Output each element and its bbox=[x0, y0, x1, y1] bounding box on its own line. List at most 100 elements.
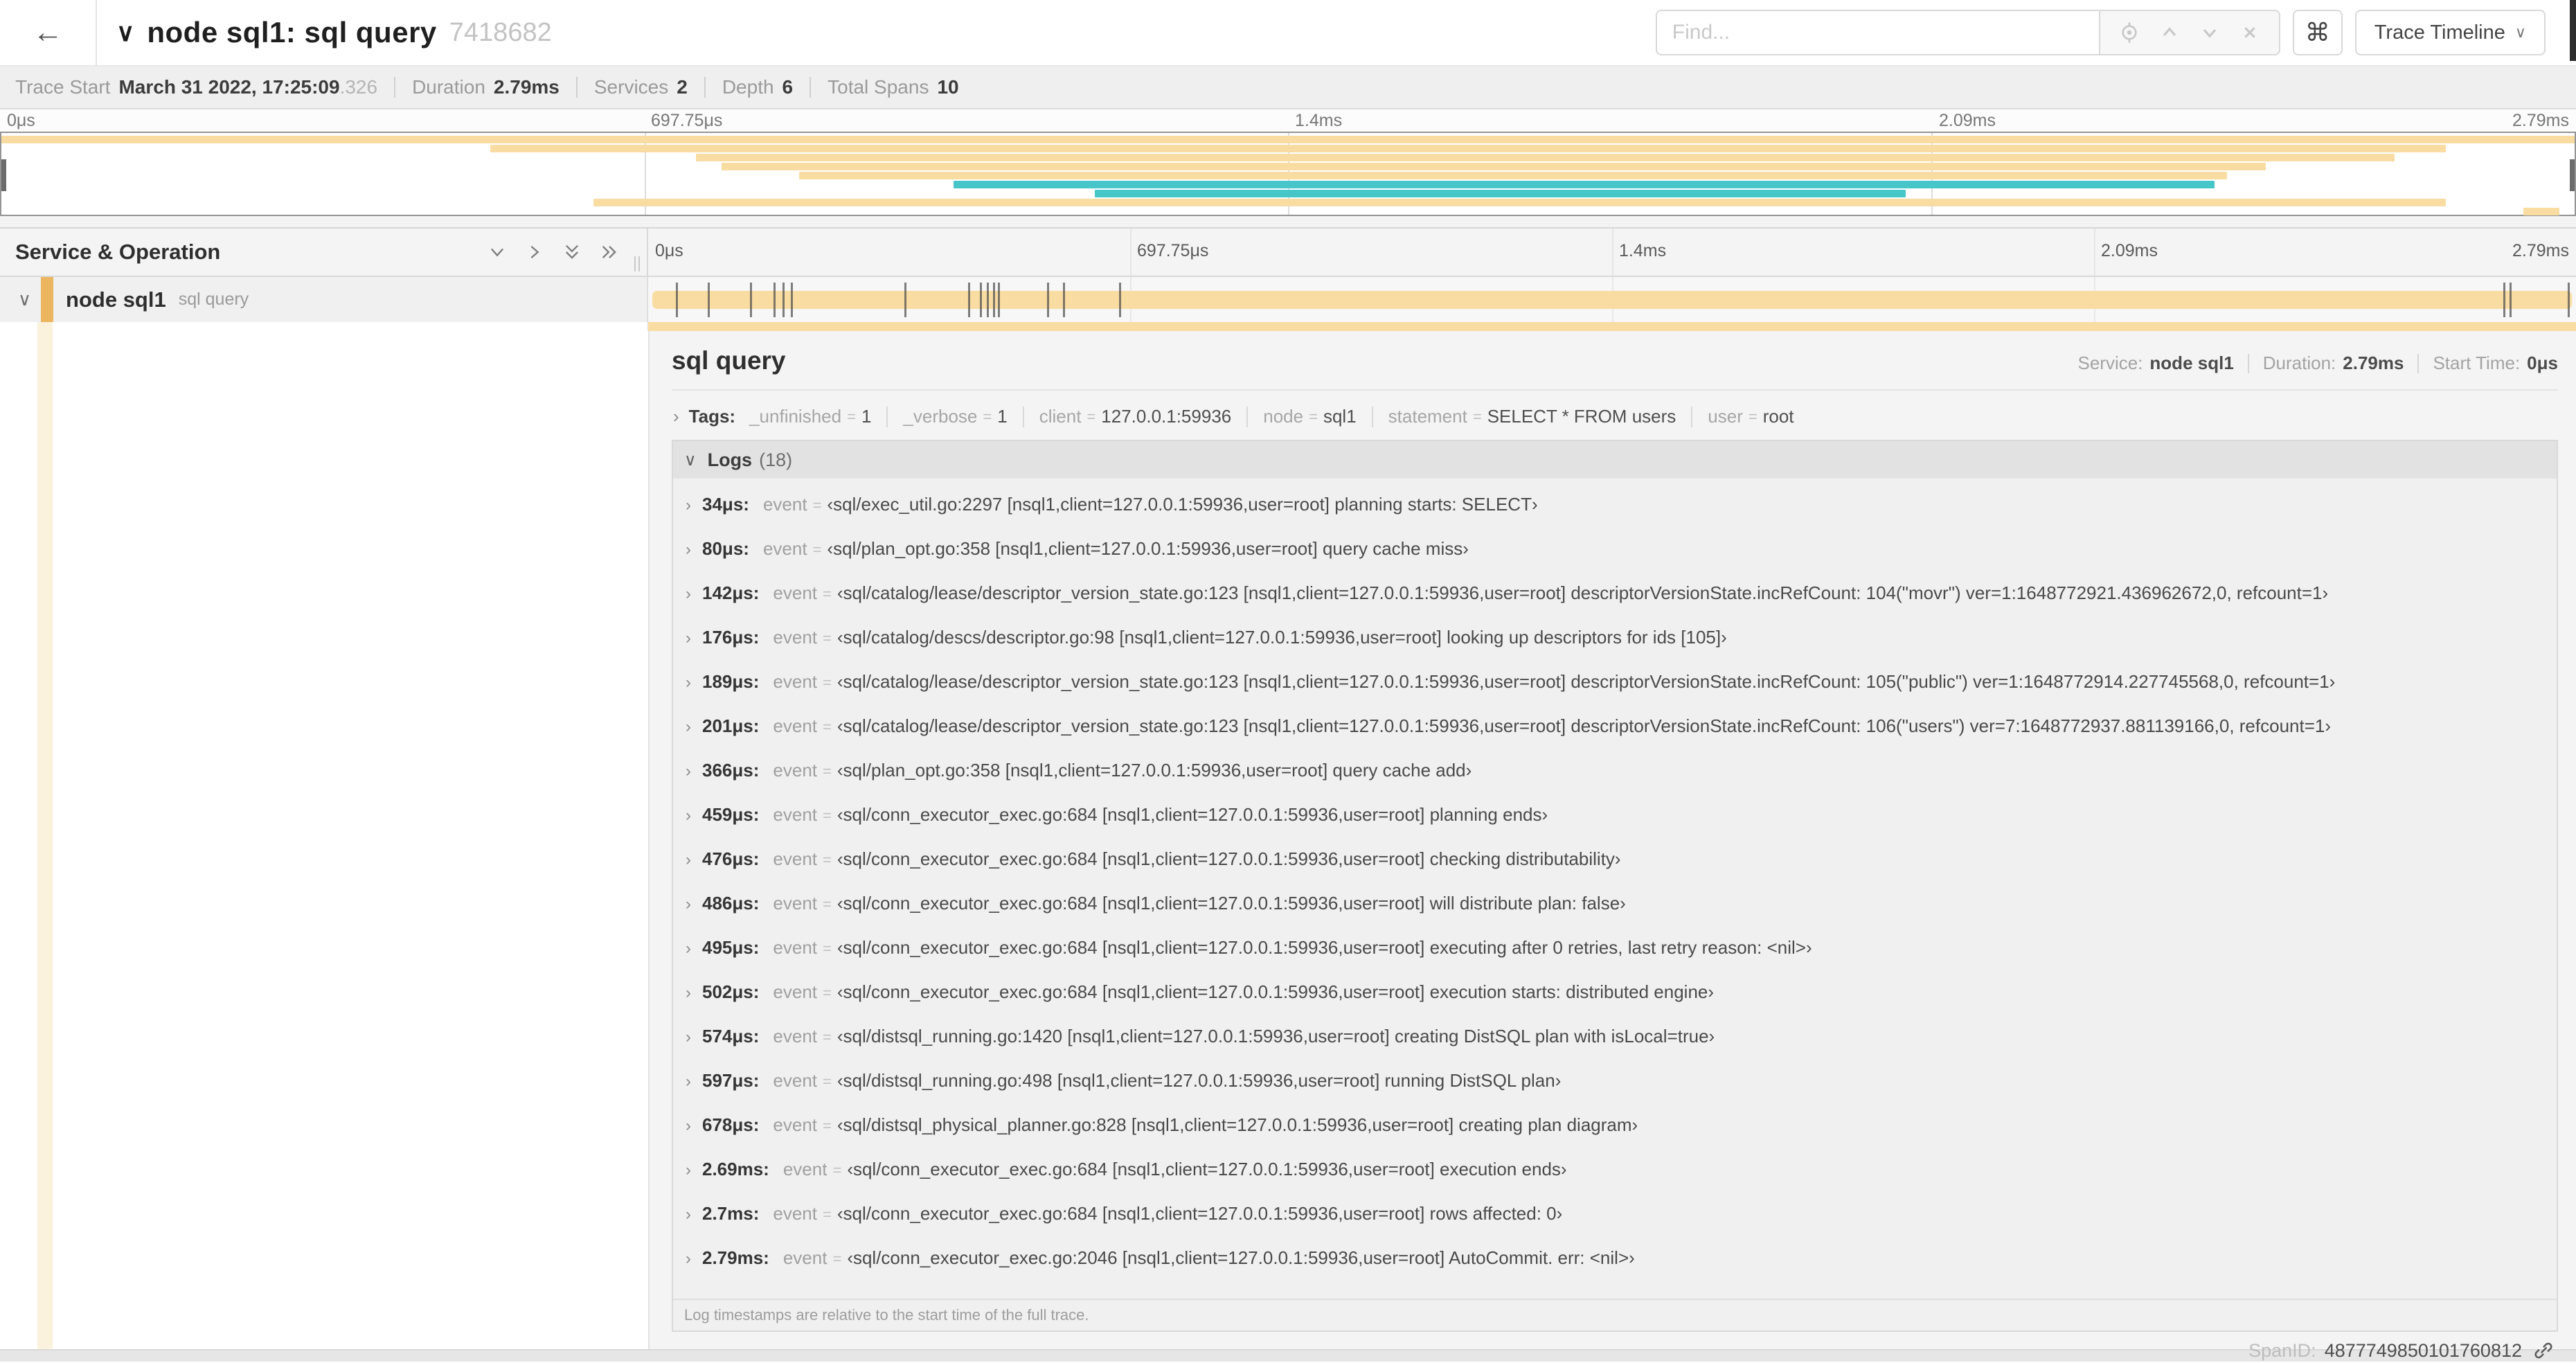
log-row[interactable]: › 2.7ms: event = ‹sql/conn_executor_exec.go:… bbox=[673, 1203, 2557, 1247]
log-event-key: event bbox=[773, 671, 818, 692]
header-toolbar: ⌘ Trace Timeline ∨ bbox=[1655, 10, 2546, 55]
column-resizer-grip[interactable] bbox=[634, 256, 640, 271]
span-row[interactable]: ∨ node sql1 sql query bbox=[0, 277, 2576, 322]
chevron-right-icon: › bbox=[673, 406, 679, 427]
tag-value: 127.0.0.1:59936 bbox=[1101, 406, 1232, 427]
back-arrow-icon: ← bbox=[33, 15, 63, 49]
link-icon[interactable] bbox=[2533, 1340, 2554, 1361]
equals-sign: = bbox=[823, 807, 832, 824]
minimap-canvas[interactable] bbox=[0, 132, 2576, 216]
service-operation-header: Service & Operation bbox=[0, 229, 648, 276]
log-timestamp: 142μs: bbox=[702, 582, 760, 603]
page-scrollbar[interactable] bbox=[2570, 0, 2576, 1363]
log-event-key: event bbox=[773, 804, 818, 825]
tag-divider bbox=[1022, 406, 1024, 427]
minimap-scrubber-left[interactable] bbox=[1, 159, 6, 191]
expanded-span-accent bbox=[37, 322, 53, 1349]
tag-value: root bbox=[1762, 406, 1794, 427]
log-event-value: ‹sql/distsql_running.go:1420 [nsql1,clie… bbox=[837, 1026, 1715, 1046]
logs-accordion: ∨ Logs (18) › 34μs: event = ‹sql/exec_util.g… bbox=[672, 440, 2558, 1332]
log-row[interactable]: › 189μs: event = ‹sql/catalog/lease/descript… bbox=[673, 671, 2557, 715]
find-input[interactable] bbox=[1655, 10, 2099, 55]
stat-value: 6 bbox=[782, 76, 794, 98]
log-marker-tick bbox=[675, 283, 678, 317]
chevron-right-icon: › bbox=[686, 585, 691, 603]
back-button[interactable]: ← bbox=[0, 0, 97, 66]
chevron-right-icon: › bbox=[686, 1249, 691, 1268]
view-selector-label: Trace Timeline bbox=[2374, 21, 2505, 44]
log-row[interactable]: › 459μs: event = ‹sql/conn_executor_exec.go:… bbox=[673, 804, 2557, 848]
chevron-down-icon[interactable]: ∨ bbox=[18, 289, 31, 310]
log-row[interactable]: › 502μs: event = ‹sql/conn_executor_exec.go:… bbox=[673, 981, 2557, 1026]
logs-footnote: Log timestamps are relative to the start… bbox=[673, 1299, 2557, 1330]
log-row[interactable]: › 574μs: event = ‹sql/distsql_running.go:142… bbox=[673, 1026, 2557, 1070]
trace-title-wrap[interactable]: ∨ node sql1: sql query 7418682 bbox=[116, 16, 552, 49]
command-icon: ⌘ bbox=[2305, 18, 2330, 46]
focus-target-icon[interactable] bbox=[2118, 21, 2140, 44]
tag-value: 1 bbox=[997, 406, 1008, 427]
meta-value: node sql1 bbox=[2149, 353, 2234, 373]
collapse-one-icon[interactable] bbox=[488, 242, 507, 262]
log-marker-tick bbox=[986, 283, 989, 317]
scrollbar-thumb[interactable] bbox=[2570, 0, 2576, 61]
log-row[interactable]: › 2.79ms: event = ‹sql/conn_executor_exec.go… bbox=[673, 1247, 2557, 1292]
page-title: node sql1: sql query bbox=[147, 16, 437, 48]
next-match-icon[interactable] bbox=[2199, 21, 2221, 44]
axis-tick-label: 697.75μs bbox=[1137, 241, 1209, 260]
equals-sign: = bbox=[823, 585, 832, 603]
trace-view-selector[interactable]: Trace Timeline ∨ bbox=[2354, 10, 2546, 55]
collapse-all-icon[interactable] bbox=[562, 242, 582, 262]
log-row[interactable]: › 597μs: event = ‹sql/distsql_running.go:498… bbox=[673, 1070, 2557, 1114]
tag-key: _verbose bbox=[903, 406, 978, 427]
prev-match-icon[interactable] bbox=[2158, 21, 2181, 44]
tag-item: client = 127.0.0.1:59936 bbox=[1039, 406, 1232, 427]
logs-header[interactable]: ∨ Logs (18) bbox=[673, 441, 2557, 479]
log-marker-tick bbox=[773, 283, 776, 317]
log-marker-tick bbox=[979, 283, 982, 317]
log-marker-tick bbox=[904, 283, 906, 317]
stat-label: Trace Start bbox=[15, 76, 111, 98]
span-detail-band: sql query Service: node sql1 Duration: 2.79… bbox=[0, 322, 2576, 1361]
log-event-key: event bbox=[773, 848, 818, 869]
timeline-header-icons bbox=[488, 242, 619, 262]
expand-one-icon[interactable] bbox=[525, 242, 544, 262]
log-row[interactable]: › 476μs: event = ‹sql/conn_executor_exec.go:… bbox=[673, 848, 2557, 893]
log-row[interactable]: › 495μs: event = ‹sql/conn_executor_exec.go:… bbox=[673, 937, 2557, 981]
equals-sign: = bbox=[823, 630, 832, 647]
log-row[interactable]: › 142μs: event = ‹sql/catalog/lease/descript… bbox=[673, 582, 2557, 627]
axis-tick-label: 697.75μs bbox=[651, 111, 723, 130]
tag-item: statement = SELECT * FROM users bbox=[1388, 406, 1676, 427]
span-color-accent bbox=[41, 277, 54, 322]
log-row[interactable]: › 80μs: event = ‹sql/plan_opt.go:358 [nsql1,… bbox=[673, 538, 2557, 582]
log-timestamp: 678μs: bbox=[702, 1114, 760, 1135]
expand-all-icon[interactable] bbox=[600, 242, 619, 262]
span-name-cell[interactable]: ∨ node sql1 sql query bbox=[0, 277, 648, 322]
equals-sign: = bbox=[823, 940, 832, 957]
trace-page: ← ∨ node sql1: sql query 7418682 ⌘ Trace bbox=[0, 0, 2576, 1363]
log-row[interactable]: › 201μs: event = ‹sql/catalog/lease/descript… bbox=[673, 715, 2557, 760]
log-row[interactable]: › 366μs: event = ‹sql/plan_opt.go:358 [nsql1… bbox=[673, 760, 2557, 804]
chevron-right-icon: › bbox=[686, 1205, 691, 1224]
tag-divider bbox=[1691, 406, 1693, 427]
axis-tick-label: 2.09ms bbox=[2101, 241, 2158, 260]
log-row[interactable]: › 486μs: event = ‹sql/conn_executor_exec.go:… bbox=[673, 893, 2557, 937]
log-event-value: ‹sql/catalog/lease/descriptor_version_st… bbox=[837, 671, 2336, 692]
tag-key: client bbox=[1039, 406, 1082, 427]
log-row[interactable]: › 678μs: event = ‹sql/distsql_physical_plann… bbox=[673, 1114, 2557, 1159]
tag-key: _unfinished bbox=[749, 406, 842, 427]
log-row[interactable]: › 176μs: event = ‹sql/catalog/descs/descript… bbox=[673, 627, 2557, 671]
log-row[interactable]: › 34μs: event = ‹sql/exec_util.go:2297 [nsql… bbox=[673, 494, 2557, 538]
span-duration-bar[interactable] bbox=[652, 283, 2572, 317]
log-timestamp: 476μs: bbox=[702, 848, 760, 869]
stat-value: 2 bbox=[677, 76, 688, 98]
tag-item: _unfinished = 1 bbox=[749, 406, 871, 427]
equals-sign: = bbox=[1472, 407, 1482, 425]
log-row[interactable]: › 2.69ms: event = ‹sql/conn_executor_exec.go… bbox=[673, 1159, 2557, 1203]
equals-sign: = bbox=[823, 1028, 832, 1046]
minimap-span bbox=[953, 181, 2215, 188]
keyboard-shortcuts-button[interactable]: ⌘ bbox=[2292, 10, 2343, 55]
log-timestamp: 574μs: bbox=[702, 1026, 760, 1046]
clear-find-icon[interactable] bbox=[2239, 21, 2261, 44]
tags-row[interactable]: › Tags: _unfinished = 1 _verbose = 1 client = 12… bbox=[672, 391, 2558, 440]
chevron-right-icon: › bbox=[686, 1028, 691, 1046]
